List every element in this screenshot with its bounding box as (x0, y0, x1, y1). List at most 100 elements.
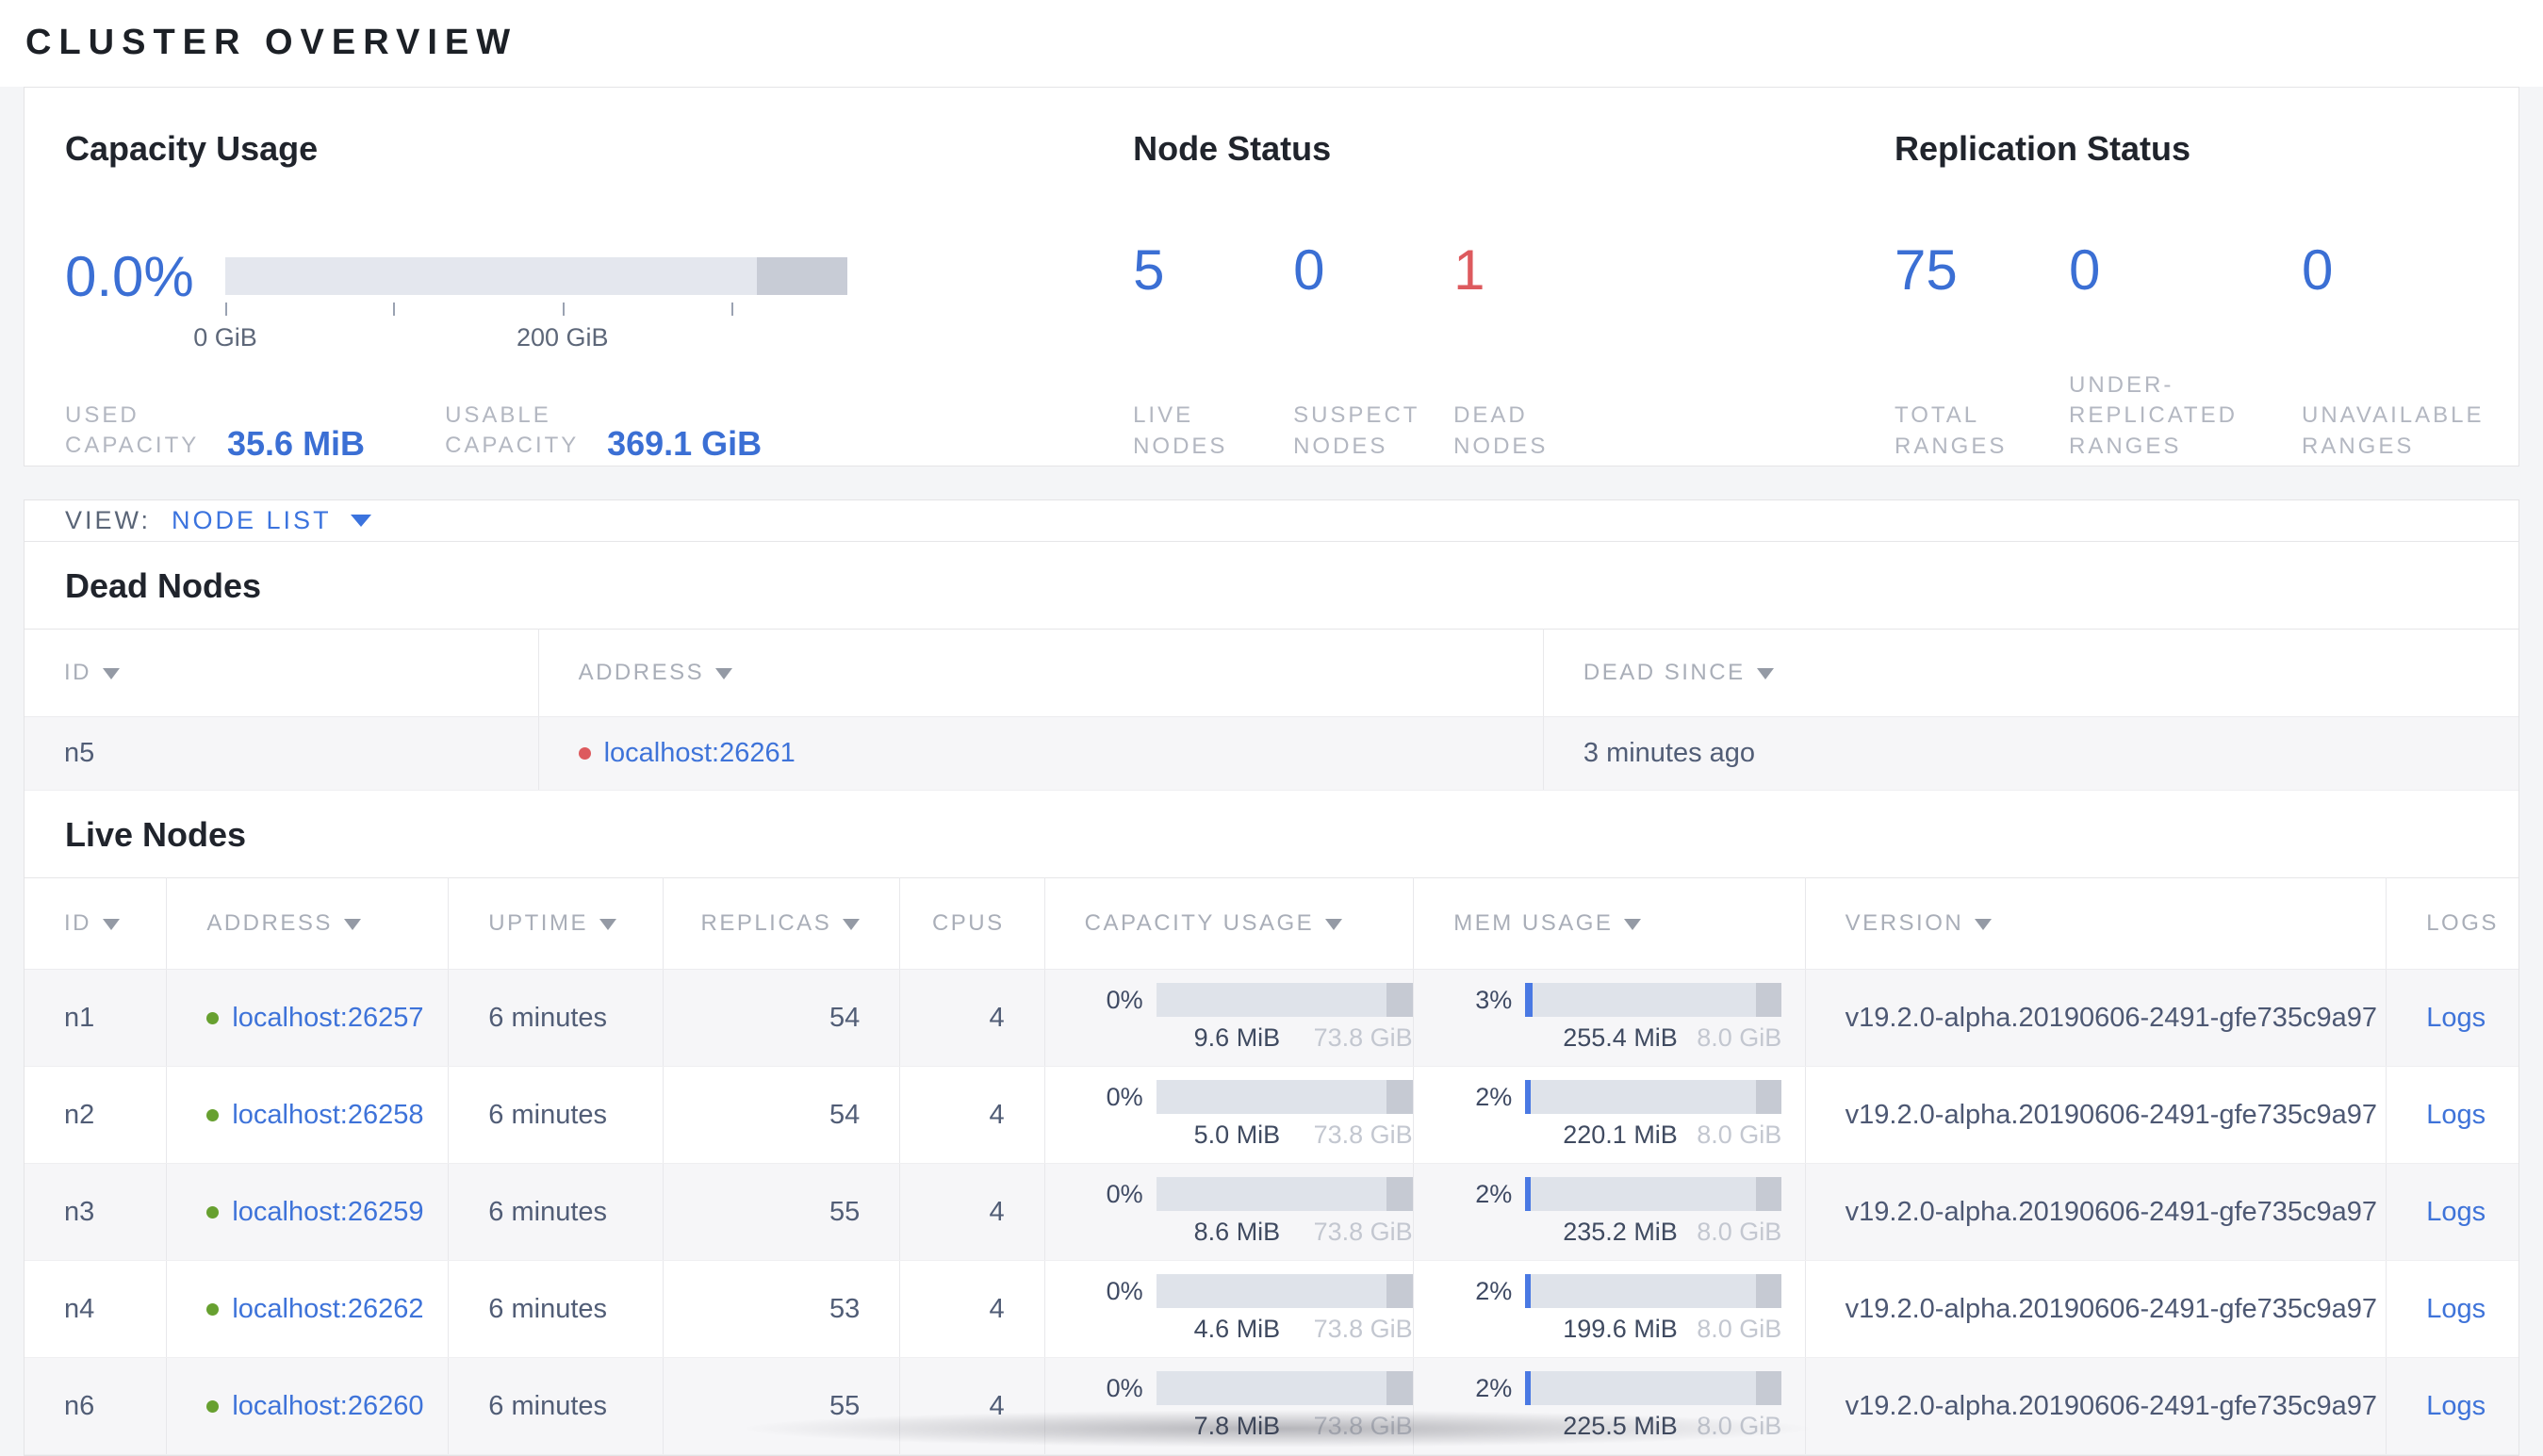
capacity-bar: 0 GiB 200 GiB (193, 257, 847, 352)
used-capacity-value: 35.6 MiB (227, 423, 366, 463)
node-address-link[interactable]: localhost:26257 (232, 1003, 423, 1034)
logs-link[interactable]: Logs (2426, 1391, 2486, 1421)
live-nodes-label: LIVE NODES (1133, 402, 1228, 459)
node-status-title: Node Status (1133, 129, 1332, 168)
logs-link[interactable]: Logs (2426, 1003, 2486, 1033)
column-label: ID (64, 910, 91, 936)
replicas-cell: 54 (662, 969, 900, 1067)
mem-used-value: 235.2 MiB (1563, 1218, 1678, 1246)
dead-nodes-table: ID ADDRESS DEAD SINCE n5 localhost:26261… (25, 629, 2518, 791)
dead-status-dot-icon (578, 747, 591, 760)
sort-arrow-icon (599, 919, 616, 930)
page-header: CLUSTER OVERVIEW (0, 0, 2543, 87)
suspect-nodes-label: SUSPECT NODES (1293, 402, 1419, 459)
mem-bar-fill (1525, 1371, 1531, 1405)
column-label: LOGS (2426, 910, 2499, 936)
column-label: CAPACITY USAGE (1084, 910, 1315, 936)
node-address-link[interactable]: localhost:26262 (232, 1294, 423, 1325)
sort-arrow-icon (843, 919, 861, 930)
mem-bar-reserved-segment (1756, 983, 1782, 1017)
mem-usage-cell: 2% 235.2 MiB 8.0 GiB (1413, 1163, 1806, 1261)
uptime-cell: 6 minutes (448, 1260, 664, 1358)
mem-used-value: 199.6 MiB (1563, 1315, 1678, 1343)
live-col-version[interactable]: VERSION (1804, 877, 2387, 970)
mem-bar-reserved-segment (1756, 1274, 1782, 1308)
dead-nodes-label: DEAD NODES (1453, 402, 1549, 459)
sort-arrow-icon (1325, 919, 1343, 930)
logs-link[interactable]: Logs (2426, 1294, 2486, 1324)
node-status-panel: Node Status 5 LIVE NODES 0 SUSPECT NODES… (1133, 129, 1895, 466)
logs-cell: Logs (2386, 1163, 2518, 1261)
dead-nodes-stat: 1 DEAD NODES (1453, 237, 1614, 462)
table-row: n3 localhost:26259 6 minutes 55 4 0% 8.6… (25, 1163, 2518, 1261)
cluster-summary-card: Capacity Usage 0.0% 0 GiB 200 GiB USED C… (24, 87, 2519, 466)
capacity-percent: 0.0% (65, 244, 194, 308)
column-label: CPUS (931, 910, 1005, 936)
live-col-replicas[interactable]: REPLICAS (662, 877, 900, 970)
capacity-percent: 0% (1106, 985, 1143, 1014)
mem-mini-bar (1525, 1177, 1782, 1211)
mem-used-value: 255.4 MiB (1563, 1023, 1678, 1052)
cpus-cell: 4 (899, 969, 1045, 1067)
sort-arrow-icon (103, 668, 120, 679)
column-label: ADDRESS (206, 910, 333, 936)
dead-col-dead-since[interactable]: DEAD SINCE (1542, 629, 2518, 717)
capacity-bar-reserved-segment (1386, 1371, 1413, 1405)
dead-col-id[interactable]: ID (25, 629, 539, 717)
sort-arrow-icon (1624, 919, 1642, 930)
usable-capacity-label: USABLE CAPACITY (445, 402, 580, 459)
mem-percent: 2% (1475, 1276, 1513, 1305)
capacity-mini-bar (1156, 1080, 1413, 1114)
capacity-used-value: 4.6 MiB (1193, 1315, 1281, 1343)
capacity-total-value: 73.8 GiB (1313, 1121, 1413, 1149)
live-col-capacity-usage[interactable]: CAPACITY USAGE (1043, 877, 1414, 970)
column-label: ID (64, 660, 91, 685)
logs-link[interactable]: Logs (2426, 1197, 2486, 1227)
logs-cell: Logs (2386, 1260, 2518, 1358)
node-address-link[interactable]: localhost:26261 (604, 738, 796, 769)
live-col-cpus: CPUS (899, 877, 1045, 970)
capacity-usage-cell: 0% 5.0 MiB 73.8 GiB (1043, 1066, 1414, 1164)
capacity-bar-reserved-segment (1386, 1177, 1413, 1211)
sort-arrow-icon (1756, 668, 1774, 679)
total-ranges-label: TOTAL RANGES (1895, 402, 2008, 459)
total-ranges-stat: 75 TOTAL RANGES (1895, 237, 2069, 462)
column-label: ADDRESS (578, 660, 705, 685)
capacity-percent: 0% (1106, 1373, 1143, 1402)
mem-mini-bar (1525, 983, 1782, 1017)
node-list-card: VIEW: NODE LIST Dead Nodes ID ADDRESS DE… (24, 499, 2519, 1456)
live-col-id[interactable]: ID (25, 877, 167, 970)
node-address-link[interactable]: localhost:26259 (232, 1197, 423, 1228)
mem-bar-fill (1525, 1274, 1531, 1308)
capacity-mini-bar (1156, 1177, 1413, 1211)
capacity-total-value: 73.8 GiB (1313, 1218, 1413, 1246)
sort-arrow-icon (715, 668, 733, 679)
capacity-total-value: 73.8 GiB (1313, 1023, 1413, 1052)
version-cell: v19.2.0-alpha.20190606-2491-gfe735c9a97 (1804, 1066, 2387, 1164)
logs-link[interactable]: Logs (2426, 1100, 2486, 1130)
dead-col-address[interactable]: ADDRESS (537, 629, 1544, 717)
dead-since-cell: 3 minutes ago (1542, 716, 2518, 791)
uptime-cell: 6 minutes (448, 1163, 664, 1261)
live-col-address[interactable]: ADDRESS (166, 877, 449, 970)
axis-tick (730, 303, 733, 316)
live-col-mem-usage[interactable]: MEM USAGE (1413, 877, 1806, 970)
suspect-nodes-stat: 0 SUSPECT NODES (1293, 237, 1453, 462)
under-replicated-ranges-stat: 0 UNDER-REPLICATED RANGES (2069, 237, 2302, 462)
mem-total-value: 8.0 GiB (1697, 1023, 1782, 1052)
view-label: VIEW: (65, 506, 152, 534)
capacity-used-value: 9.6 MiB (1193, 1023, 1281, 1052)
live-nodes-stat: 5 LIVE NODES (1133, 237, 1293, 462)
unavailable-ranges-stat: 0 UNAVAILABLE RANGES (2302, 237, 2518, 462)
live-col-uptime[interactable]: UPTIME (448, 877, 664, 970)
mem-usage-cell: 2% 220.1 MiB 8.0 GiB (1413, 1066, 1806, 1164)
node-address-link[interactable]: localhost:26258 (232, 1100, 423, 1131)
node-id-cell: n6 (25, 1357, 167, 1455)
node-address-link[interactable]: localhost:26260 (232, 1391, 423, 1422)
unavailable-ranges-count: 0 (2302, 238, 2334, 302)
cpus-cell: 4 (899, 1163, 1045, 1261)
view-selector-dropdown[interactable]: NODE LIST (172, 506, 371, 535)
cpus-cell: 4 (899, 1260, 1045, 1358)
node-address-cell: localhost:26260 (166, 1357, 449, 1455)
capacity-usage-cell: 0% 9.6 MiB 73.8 GiB (1043, 969, 1414, 1067)
